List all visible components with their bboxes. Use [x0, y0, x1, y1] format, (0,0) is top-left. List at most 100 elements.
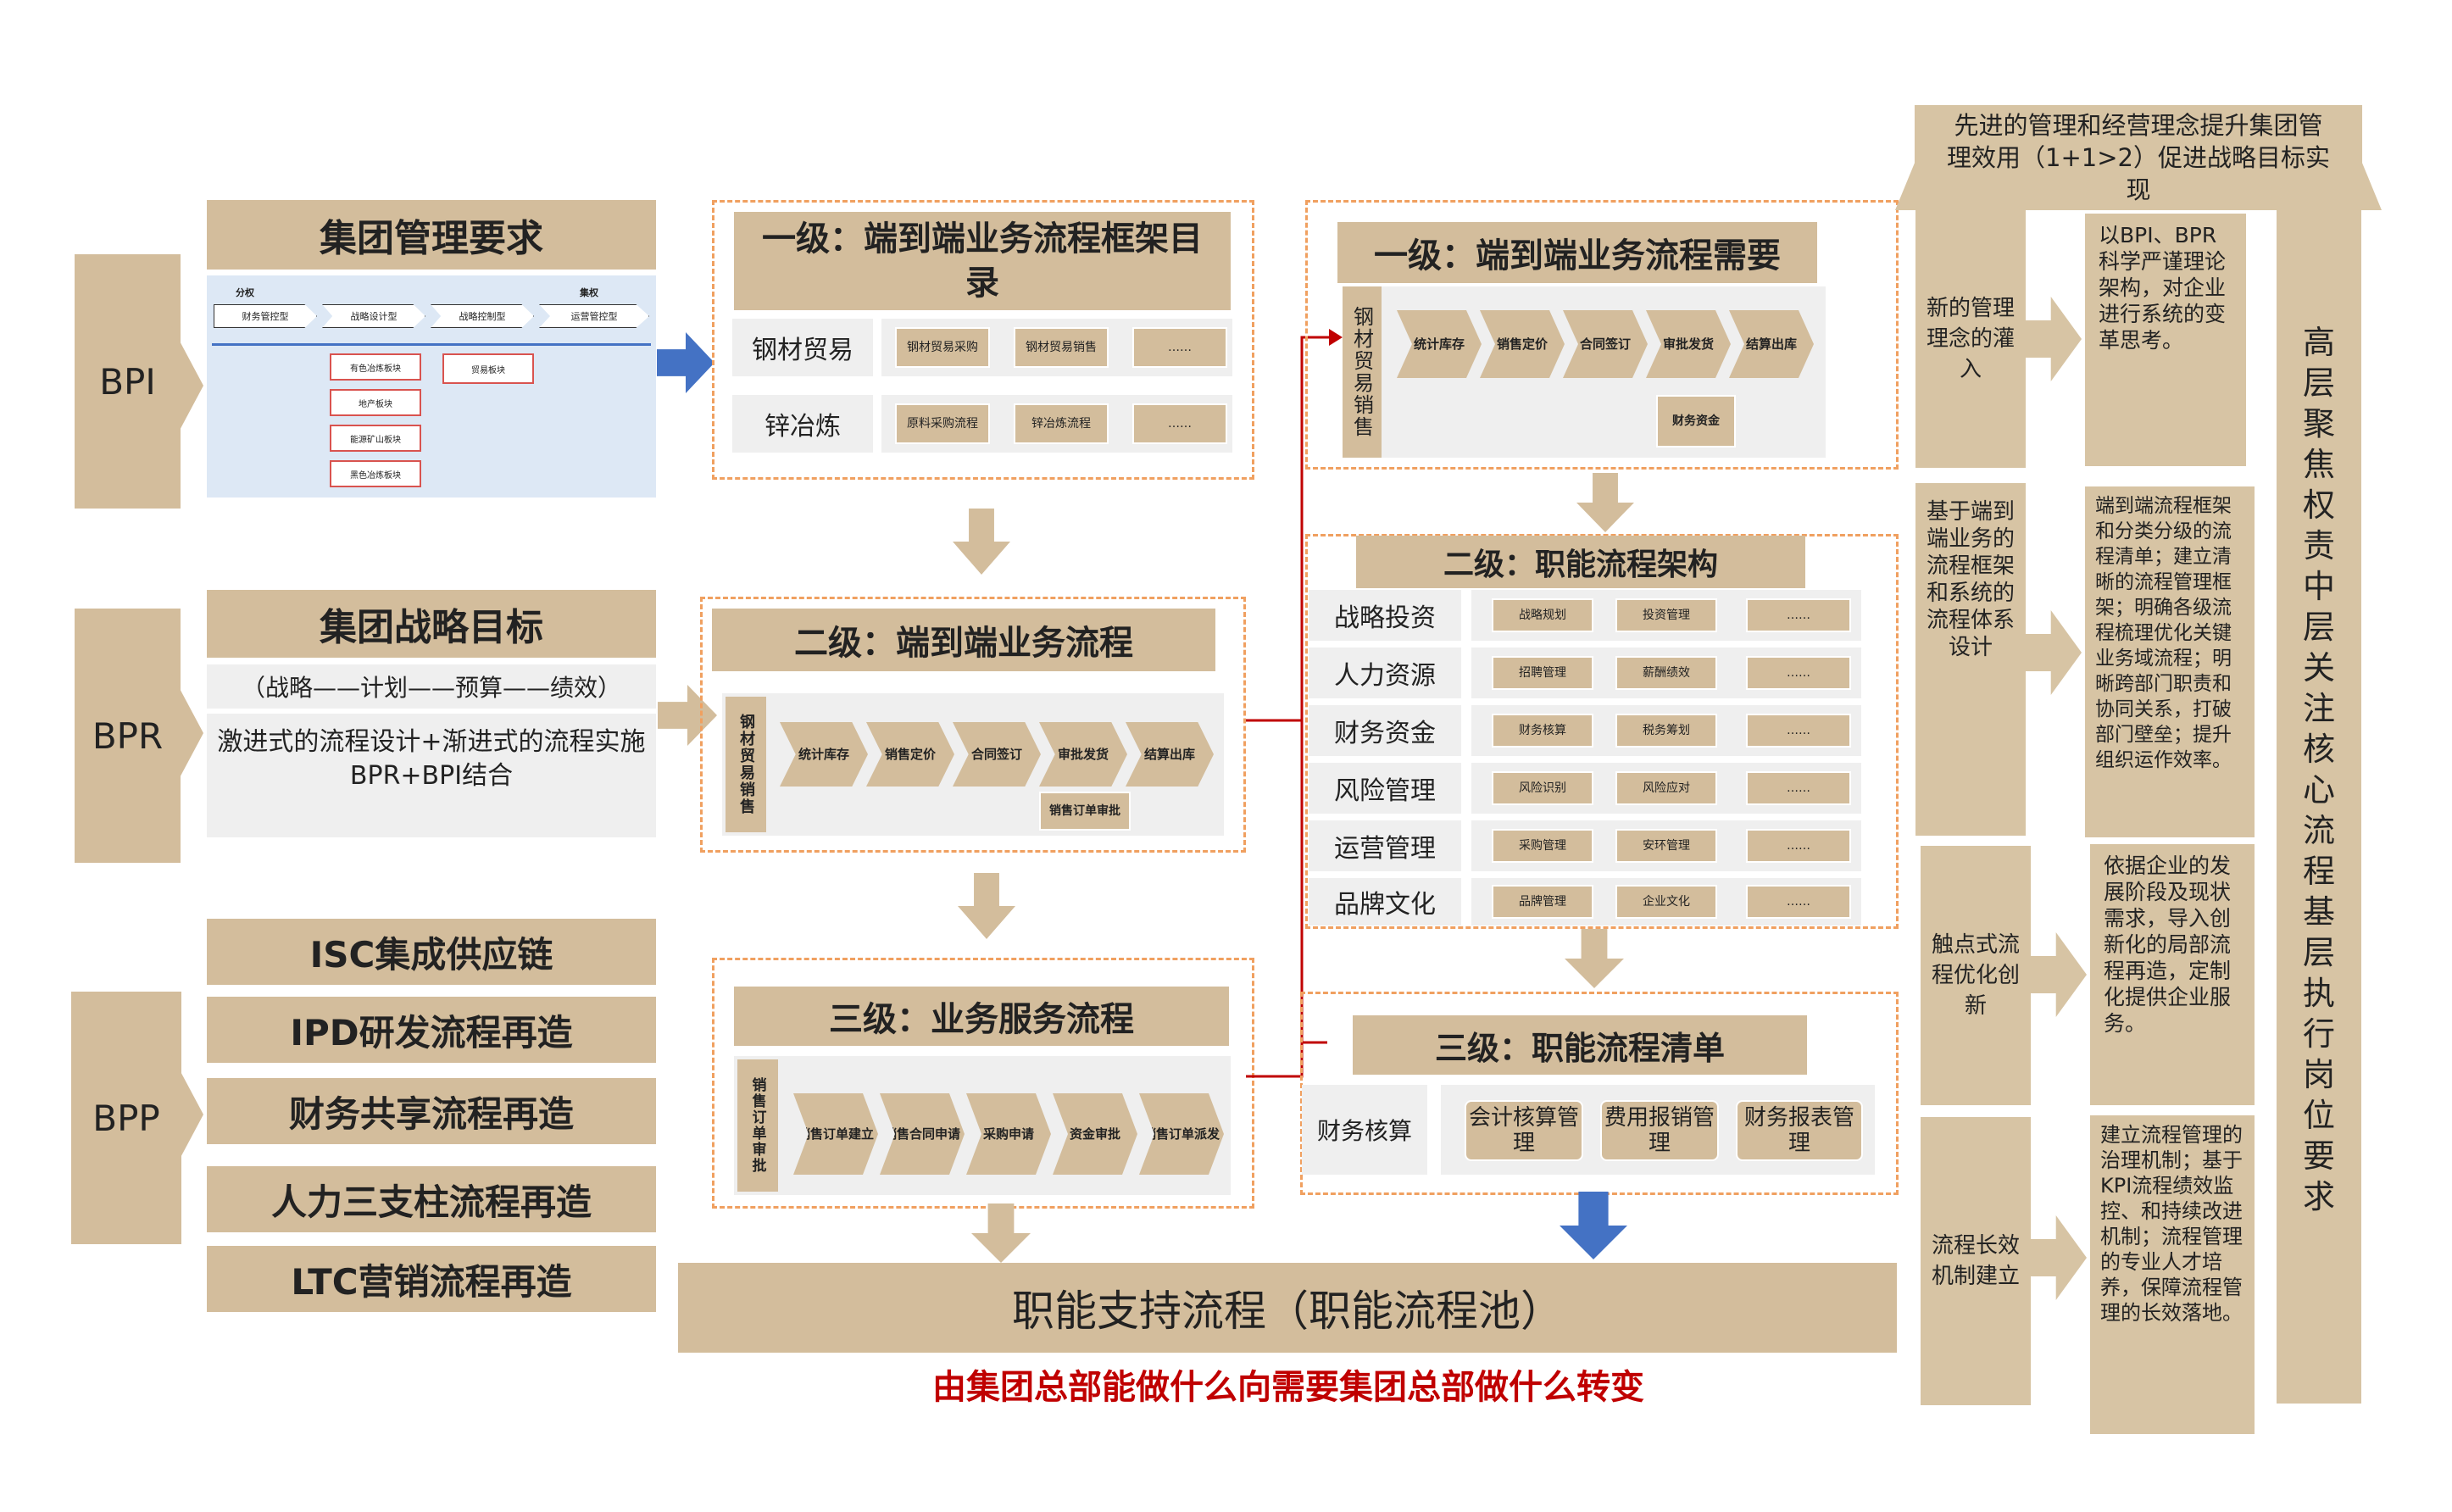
bottom-support-bar-text: 职能支持流程（职能流程池） — [1012, 1287, 1563, 1336]
far-vertical-text: 高层聚焦权责 中层关注核心流程 基层执行岗位要求 — [2302, 324, 2335, 1215]
far-top-banner-text: 先进的管理和经营理念提升集团管理效用（1+1>2）促进战略目标实现 — [1947, 111, 2330, 204]
right-r3-chip-3: 财务报表管理 — [1736, 1100, 1863, 1161]
mid-l2-sub-step: 销售订单审批 — [1039, 792, 1131, 831]
governance-mini-diagram: 分权 集权 财务管控型 战略设计型 战略控制型 运营管控型 有色冶炼板块 地产板… — [207, 275, 656, 498]
mid-l1-chip-1-1: 钢材贸易采购 — [895, 327, 990, 368]
right-r2-chip-6-1: 品牌管理 — [1492, 885, 1593, 919]
far-row1-body-text: 以BPI、BPR科学严谨理论架构，对企业进行系统的变革思考。 — [2099, 223, 2227, 353]
right-r2-chip-3-2: 税务筹划 — [1615, 714, 1717, 748]
bpp-item-4: 人力三支柱流程再造 — [207, 1166, 656, 1232]
blue-arrow-right — [657, 332, 714, 393]
mini-chevron-4: 运营管控型 — [539, 304, 649, 328]
right-r2-chip-3-3: …… — [1746, 714, 1851, 748]
right-down-arrow-1 — [1576, 473, 1634, 532]
right-level1-title-text: 一级：端到端业务流程需要 — [1374, 236, 1781, 275]
right-down-arrow-2 — [1565, 929, 1624, 988]
far-row2-body: 端到端流程框架和分类分级的流程清单；建立清晰的流程管理框架；明确各级流程梳理优化… — [2085, 486, 2255, 837]
strategy-title-text: 集团战略目标 — [320, 606, 543, 649]
right-r1-side-label: 钢材贸易销售 — [1343, 286, 1382, 458]
far-row1-head-text: 新的管理理念的灌入 — [1926, 296, 2015, 382]
bpp-arrow — [170, 1051, 203, 1178]
right-r2-row6-label: 品牌文化 — [1309, 878, 1461, 926]
bpp-item-2: IPD研发流程再造 — [207, 997, 656, 1063]
bpp-item-5-text: LTC营销流程再造 — [291, 1260, 572, 1303]
mini-box-2: 地产板块 — [330, 389, 421, 416]
far-row2-arrow — [2026, 610, 2082, 695]
mini-chevron-1: 财务管控型 — [214, 304, 317, 328]
far-row3-body: 依据企业的发展阶段及现状需求，导入创新化的局部流程再造，定制化提供企业服务。 — [2090, 844, 2255, 1105]
mini-box-1: 有色冶炼板块 — [330, 353, 421, 381]
far-row3-head-text: 触点式流程优化创新 — [1931, 932, 2020, 1019]
mid-l2-side-text: 钢材贸易销售 — [737, 714, 755, 815]
far-row1-arrow — [2026, 297, 2082, 381]
bpp-tab: BPP — [71, 992, 181, 1244]
bpp-label: BPP — [92, 1097, 160, 1139]
bpr-arrow — [170, 670, 203, 797]
right-r1-sub-step: 财务资金 — [1656, 395, 1736, 447]
right-r2-row5-label: 运营管理 — [1309, 820, 1461, 871]
right-level2-title: 二级：职能流程架构 — [1356, 536, 1805, 588]
right-r2-row4-label-text: 风险管理 — [1334, 776, 1436, 806]
mid-l1-chip-2-1: 原料采购流程 — [895, 403, 990, 444]
mid-l1-chip-1-3: …… — [1132, 327, 1227, 368]
bpp-item-5: LTC营销流程再造 — [207, 1246, 656, 1312]
bottom-caption: 由集团总部能做什么向需要集团总部做什么转变 — [763, 1356, 1814, 1412]
mini-axis — [212, 343, 651, 346]
bpp-item-1: ISC集成供应链 — [207, 919, 656, 985]
right-r1-side-text: 钢材贸易销售 — [1349, 306, 1374, 438]
group-mgmt-title: 集团管理要求 — [207, 200, 656, 270]
right-r2-chip-6-2: 企业文化 — [1615, 885, 1717, 919]
mid-l3-side-text: 销售订单审批 — [748, 1077, 766, 1174]
mid-l1-chip-2-2: 锌冶炼流程 — [1014, 403, 1109, 444]
bpp-item-2-text: IPD研发流程再造 — [290, 1011, 573, 1053]
strategy-chain-text: （战略——计划——预算——绩效） — [241, 674, 621, 702]
far-row1-head: 新的管理理念的灌入 — [1915, 210, 2026, 468]
right-r2-row6-label-text: 品牌文化 — [1334, 890, 1436, 920]
bpr-tab: BPR — [75, 609, 181, 863]
far-row2-body-text: 端到端流程框架和分类分级的流程清单；建立清晰的流程管理框架；明确各级流程梳理优化… — [2095, 495, 2232, 771]
blue-arrow-down — [1560, 1192, 1627, 1259]
strategy-desc: 激进式的流程设计+渐进式的流程实施 — [217, 727, 646, 757]
right-r3-label: 财务核算 — [1302, 1085, 1427, 1175]
bpp-item-3: 财务共享流程再造 — [207, 1078, 656, 1144]
right-r2-chip-4-3: …… — [1746, 771, 1851, 805]
mid-l3-side-label: 销售订单审批 — [737, 1059, 778, 1192]
right-r2-row4-label: 风险管理 — [1309, 763, 1461, 814]
right-r2-chip-4-2: 风险应对 — [1615, 771, 1717, 805]
right-r2-row3-label-text: 财务资金 — [1334, 719, 1436, 748]
bpi-tab: BPI — [75, 254, 181, 509]
right-r2-chip-6-3: …… — [1746, 885, 1851, 919]
right-r2-chip-1-1: 战略规划 — [1492, 598, 1593, 632]
right-r2-chip-2-2: 薪酬绩效 — [1615, 656, 1717, 690]
far-row3-head: 触点式流程优化创新 — [1921, 846, 2031, 1105]
bpp-item-4-text: 人力三支柱流程再造 — [270, 1181, 592, 1223]
mini-box-5: 贸易板块 — [442, 353, 534, 384]
mid-l2-side-label: 钢材贸易销售 — [726, 697, 766, 832]
right-r3-label-text: 财务核算 — [1316, 1117, 1412, 1145]
mid-l1-chip-1-2: 钢材贸易销售 — [1014, 327, 1109, 368]
right-r2-row2-label-text: 人力资源 — [1334, 661, 1436, 691]
mini-chevron-3: 战略控制型 — [431, 304, 534, 328]
far-row1-body: 以BPI、BPR科学严谨理论架构，对企业进行系统的变革思考。 — [2085, 214, 2246, 466]
right-r2-chip-1-2: 投资管理 — [1615, 598, 1717, 632]
right-r2-chip-1-3: …… — [1746, 598, 1851, 632]
far-row4-body-text: 建立流程管理的治理机制；基于KPI流程绩效监控、和持续改进机制；流程管理的专业人… — [2100, 1123, 2243, 1325]
far-row4-body: 建立流程管理的治理机制；基于KPI流程绩效监控、和持续改进机制；流程管理的专业人… — [2090, 1115, 2255, 1434]
mid-level3-title-text: 三级：业务服务流程 — [829, 1000, 1134, 1039]
far-row2-head-text: 基于端到端业务的流程框架和系统的流程体系设计 — [1926, 499, 2015, 660]
right-level3-title: 三级：职能流程清单 — [1353, 1015, 1807, 1075]
right-r2-chip-5-2: 安环管理 — [1615, 829, 1717, 863]
bottom-support-bar: 职能支持流程（职能流程池） — [678, 1263, 1897, 1353]
right-r2-chip-5-1: 采购管理 — [1492, 829, 1593, 863]
far-top-banner: 先进的管理和经营理念提升集团管理效用（1+1>2）促进战略目标实现 — [1895, 105, 2382, 210]
mid-level1-title: 一级：端到端业务流程框架目录 — [734, 212, 1231, 310]
mid-down-arrow-3 — [971, 1203, 1031, 1263]
right-r2-chip-2-1: 招聘管理 — [1492, 656, 1593, 690]
strategy-desc2: BPR+BPI结合 — [349, 761, 514, 791]
mini-top-right: 集权 — [580, 287, 598, 298]
mini-top-left: 分权 — [236, 287, 254, 298]
right-level3-title-text: 三级：职能流程清单 — [1434, 1029, 1725, 1067]
mid-level1-title-text: 一级：端到端业务流程框架目录 — [762, 220, 1203, 303]
far-vertical-column: 高层聚焦权责 中层关注核心流程 基层执行岗位要求 — [2277, 210, 2361, 1404]
strategy-chain: （战略——计划——预算——绩效） — [207, 664, 656, 709]
